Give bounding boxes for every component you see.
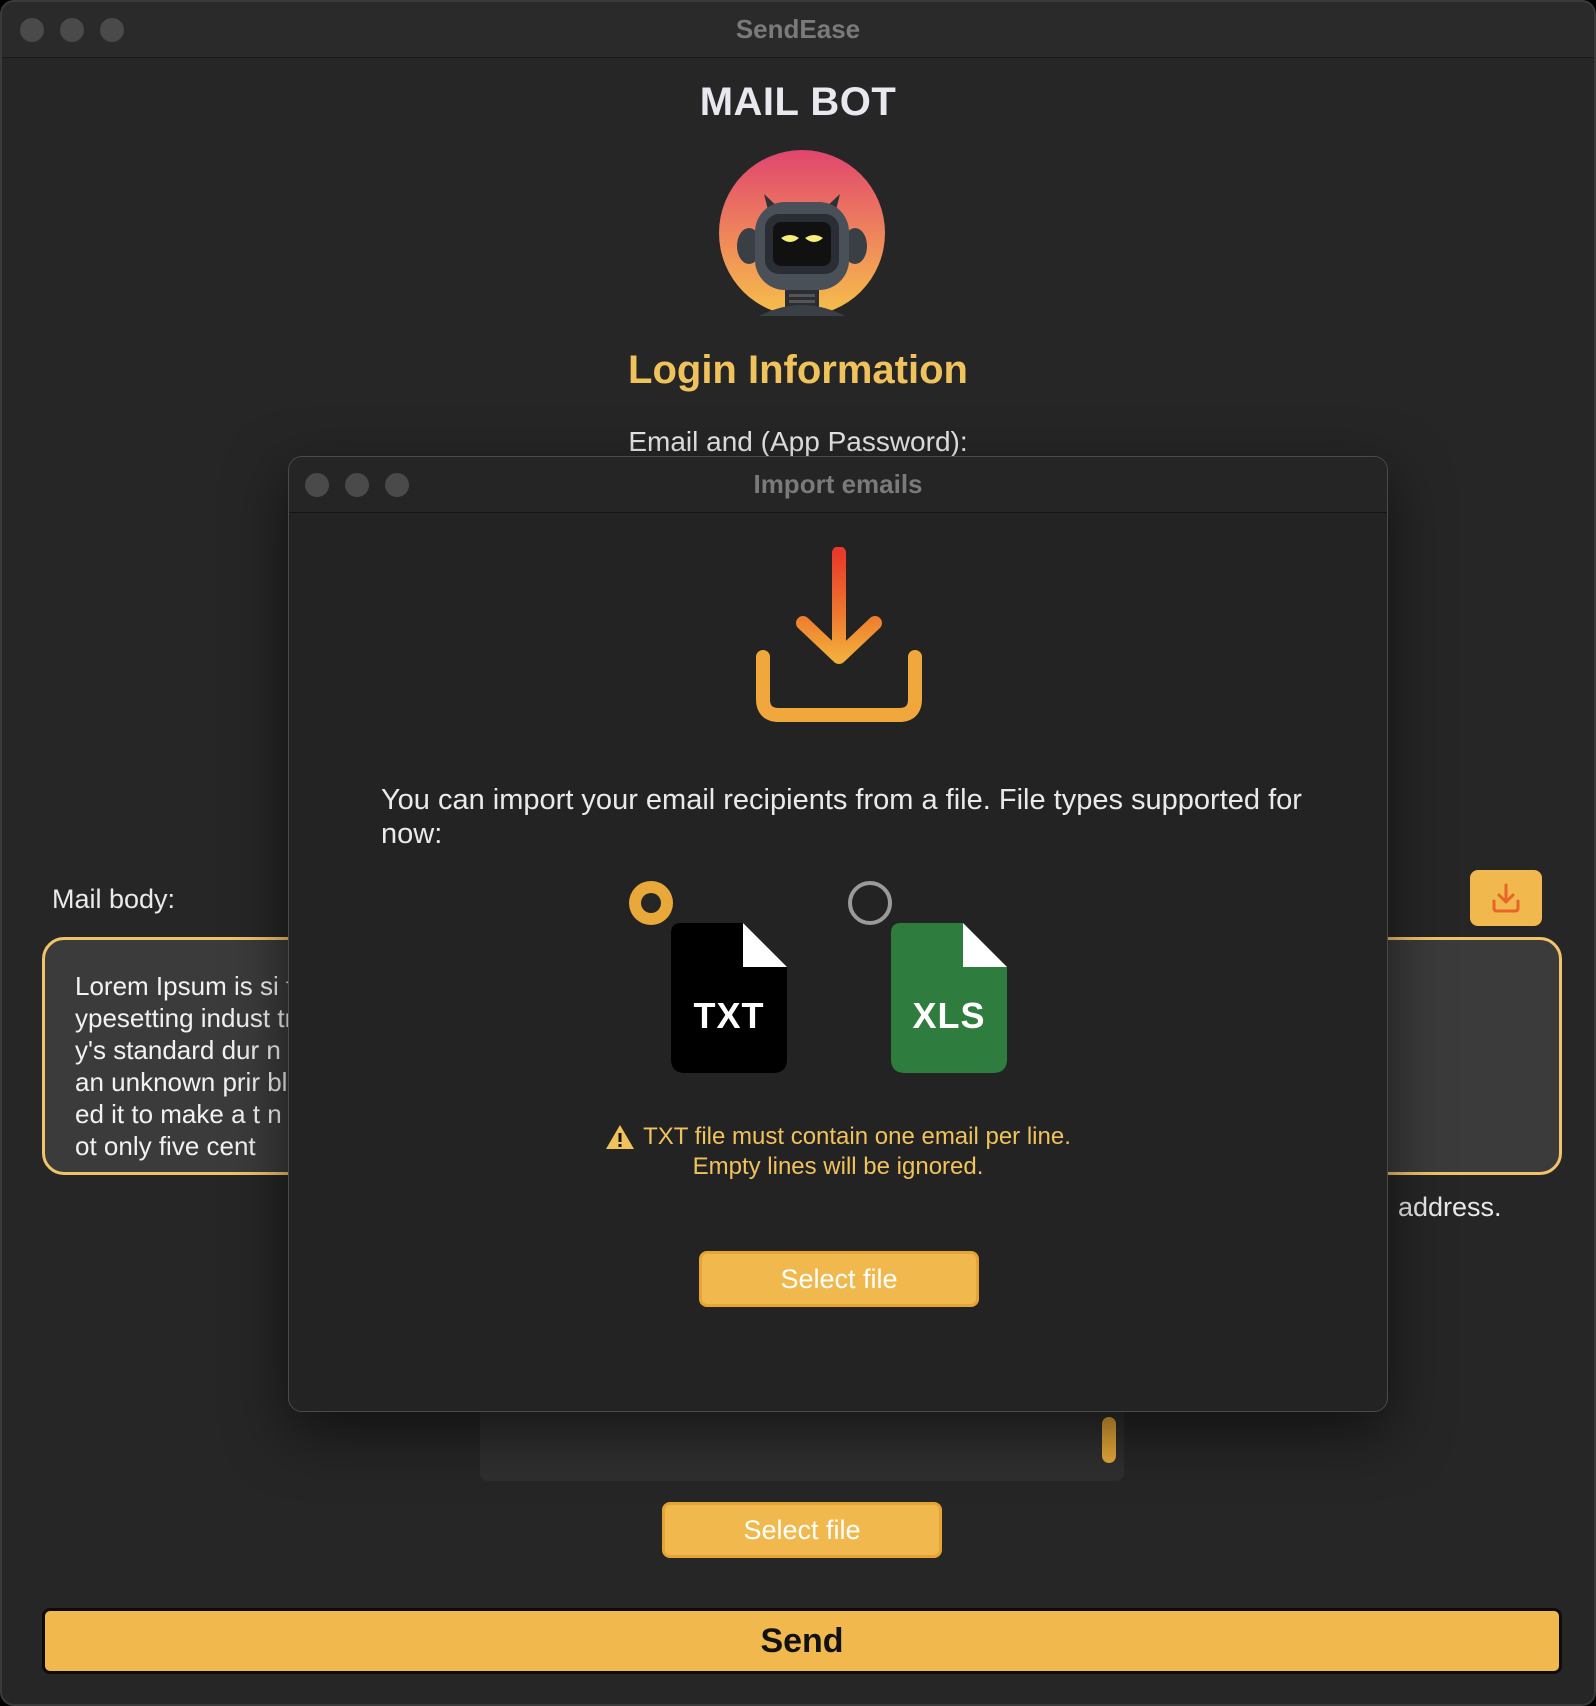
app-title: MAIL BOT: [699, 80, 897, 124]
dialog-select-file-button[interactable]: Select file: [699, 1251, 979, 1307]
select-file-button[interactable]: Select file: [662, 1502, 942, 1558]
dialog-description: You can import your email recipients fro…: [381, 784, 1302, 850]
mail-body-label: Mail body:: [52, 884, 176, 914]
address-hint-text: address.: [1398, 1192, 1502, 1222]
warning-text-line2: Empty lines will be ignored.: [692, 1153, 984, 1180]
import-emails-dialog: Import emails You can import your email …: [288, 456, 1388, 1412]
txt-file-icon[interactable]: TXT: [671, 923, 787, 1073]
download-tray-icon: [1492, 883, 1520, 913]
xls-file-icon[interactable]: XLS: [891, 923, 1007, 1073]
robot-avatar-icon: [719, 150, 885, 316]
dialog-title: Import emails: [753, 469, 923, 499]
warning-text-line1: TXT file must contain one email per line…: [643, 1123, 1071, 1150]
warning-icon: [606, 1125, 635, 1149]
xls-label: XLS: [912, 995, 986, 1036]
txt-label: TXT: [693, 995, 765, 1036]
radio-txt[interactable]: [629, 881, 673, 925]
scrollbar-thumb[interactable]: [1102, 1417, 1116, 1463]
titlebar: SendEase: [2, 2, 1594, 58]
import-emails-button[interactable]: [1470, 870, 1542, 926]
send-button[interactable]: Send: [42, 1608, 1562, 1674]
warning-message: TXT file must contain one email per line…: [289, 1123, 1387, 1151]
radio-indicator: [641, 893, 661, 913]
mail-body-text: Lorem Ipsum is si typesetting indust try…: [75, 971, 294, 1161]
download-tray-icon: [756, 547, 922, 722]
dialog-titlebar: Import emails: [289, 457, 1387, 513]
login-heading: Login Information: [628, 348, 968, 392]
radio-xls[interactable]: [848, 881, 892, 925]
email-label: Email and (App Password):: [628, 426, 968, 457]
window-title: SendEase: [735, 14, 861, 44]
